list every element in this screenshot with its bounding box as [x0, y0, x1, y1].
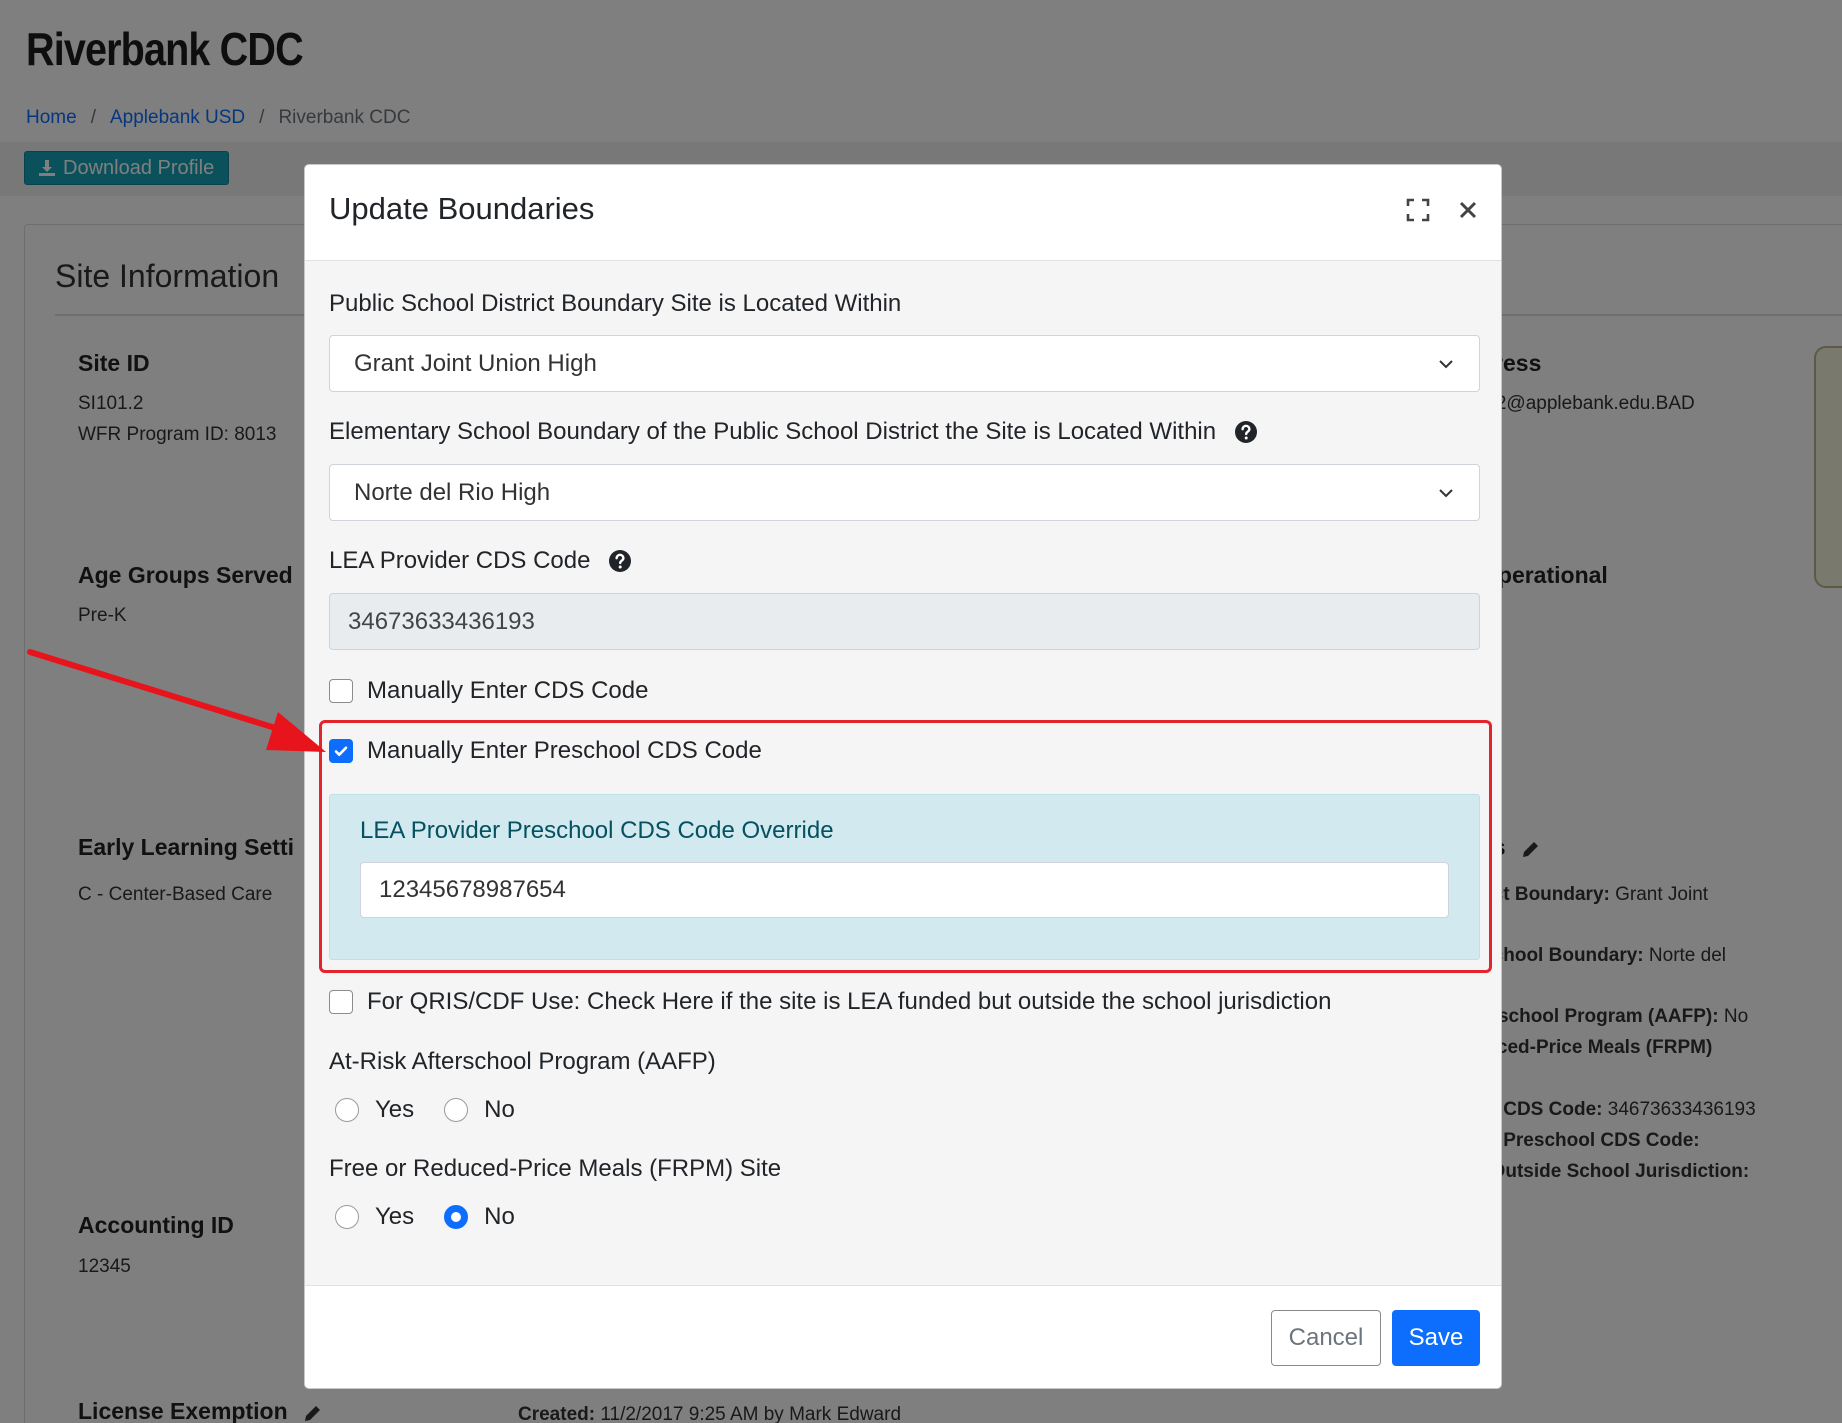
frpm-radio-group: Yes No	[335, 1203, 545, 1231]
elementary-label: Elementary School Boundary of the Public…	[329, 418, 1258, 446]
manual-cds-label: Manually Enter CDS Code	[367, 677, 649, 704]
frpm-no-label: No	[484, 1203, 515, 1230]
modal-footer: Cancel Save	[305, 1285, 1501, 1388]
elementary-select[interactable]: Norte del Rio High	[329, 464, 1480, 521]
expand-icon[interactable]	[1405, 197, 1431, 223]
aafp-label: At-Risk Afterschool Program (AAFP)	[329, 1048, 716, 1076]
cancel-button[interactable]: Cancel	[1271, 1310, 1381, 1366]
manual-preschool-checkbox-row[interactable]: Manually Enter Preschool CDS Code	[329, 737, 762, 765]
aafp-no-radio[interactable]	[444, 1098, 469, 1122]
override-input-value: 12345678987654	[379, 876, 566, 903]
lea-cds-input: 34673633436193	[329, 593, 1480, 650]
district-label: Public School District Boundary Site is …	[329, 290, 901, 318]
chevron-down-icon	[1439, 488, 1453, 497]
aafp-no-option[interactable]: No	[444, 1096, 515, 1124]
modal-header: Update Boundaries	[305, 165, 1501, 261]
save-button[interactable]: Save	[1392, 1310, 1480, 1366]
help-icon[interactable]	[1234, 420, 1258, 444]
frpm-yes-label: Yes	[375, 1203, 415, 1230]
override-label: LEA Provider Preschool CDS Code Override	[360, 817, 834, 844]
frpm-no-radio[interactable]	[444, 1205, 469, 1229]
district-select[interactable]: Grant Joint Union High	[329, 335, 1480, 392]
aafp-yes-label: Yes	[375, 1096, 415, 1123]
manual-preschool-checkbox[interactable]	[329, 739, 353, 763]
manual-cds-checkbox[interactable]	[329, 679, 353, 703]
lea-cds-label-text: LEA Provider CDS Code	[329, 547, 591, 574]
preschool-cds-override-input[interactable]: 12345678987654	[360, 862, 1449, 918]
manual-cds-checkbox-row[interactable]: Manually Enter CDS Code	[329, 677, 648, 705]
modal-title: Update Boundaries	[329, 191, 595, 226]
aafp-label-text: At-Risk Afterschool Program (AAFP)	[329, 1048, 716, 1075]
aafp-yes-option[interactable]: Yes	[335, 1096, 414, 1124]
frpm-label: Free or Reduced-Price Meals (FRPM) Site	[329, 1155, 781, 1183]
qris-checkbox-row[interactable]: For QRIS/CDF Use: Check Here if the site…	[329, 988, 1331, 1016]
frpm-yes-option[interactable]: Yes	[335, 1203, 414, 1231]
aafp-no-label: No	[484, 1096, 515, 1123]
district-select-value: Grant Joint Union High	[354, 349, 597, 377]
elementary-label-text: Elementary School Boundary of the Public…	[329, 418, 1217, 445]
chevron-down-icon	[1439, 359, 1453, 368]
lea-cds-label: LEA Provider CDS Code	[329, 547, 632, 575]
manual-preschool-label: Manually Enter Preschool CDS Code	[367, 737, 762, 764]
frpm-yes-radio[interactable]	[335, 1205, 359, 1229]
frpm-no-option[interactable]: No	[444, 1203, 515, 1231]
qris-checkbox[interactable]	[329, 990, 353, 1014]
aafp-yes-radio[interactable]	[335, 1098, 359, 1122]
close-icon[interactable]	[1455, 197, 1481, 223]
aafp-radio-group: Yes No	[335, 1096, 545, 1124]
lea-cds-value: 34673633436193	[348, 607, 535, 635]
check-icon	[334, 746, 348, 756]
frpm-label-text: Free or Reduced-Price Meals (FRPM) Site	[329, 1155, 782, 1182]
help-icon[interactable]	[608, 549, 632, 573]
qris-label: For QRIS/CDF Use: Check Here if the site…	[367, 988, 1332, 1015]
update-boundaries-modal: Update Boundaries Public School District…	[304, 164, 1502, 1389]
elementary-select-value: Norte del Rio High	[354, 478, 551, 506]
district-label-text: Public School District Boundary Site is …	[329, 290, 902, 317]
preschool-override-panel: LEA Provider Preschool CDS Code Override…	[329, 794, 1480, 960]
